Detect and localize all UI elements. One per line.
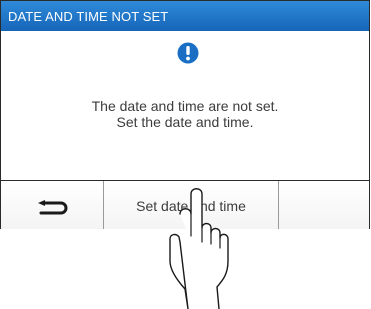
screen-title: DATE AND TIME NOT SET [8,9,169,24]
back-button[interactable] [1,181,104,229]
message-line-1: The date and time are not set. [91,98,279,114]
empty-softkey [279,181,369,229]
message-line-2: Set the date and time. [116,114,254,130]
pointing-hand-icon [169,188,229,309]
return-arrow-icon [38,200,68,215]
title-bar: DATE AND TIME NOT SET [1,1,369,31]
exclamation-icon [177,42,199,64]
